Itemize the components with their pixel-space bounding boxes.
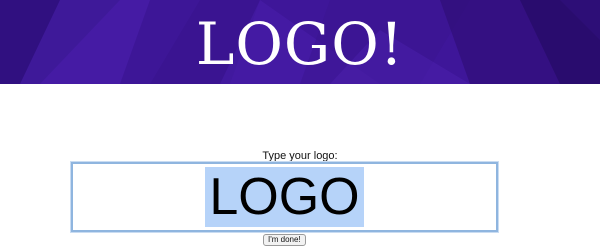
site-logo: LOGO!: [195, 10, 405, 78]
done-button[interactable]: I'm done!: [263, 234, 306, 246]
logo-input-value[interactable]: LOGO: [205, 167, 364, 227]
logo-text-input[interactable]: LOGO: [71, 162, 498, 232]
logo-prompt-label: Type your logo:: [262, 150, 338, 162]
header-banner: LOGO!: [0, 0, 600, 84]
